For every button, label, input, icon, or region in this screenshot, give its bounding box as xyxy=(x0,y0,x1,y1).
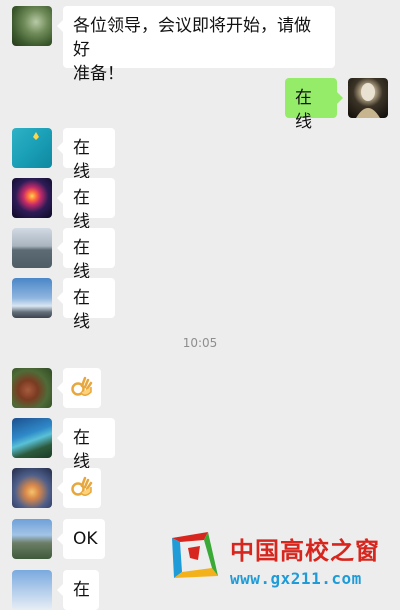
avatar[interactable] xyxy=(348,78,388,118)
avatar[interactable] xyxy=(12,6,52,46)
message-text-line-1: 各位领导，会议即将开始，请做好 xyxy=(73,16,311,60)
message-text: 在 xyxy=(73,580,90,600)
watermark-url: www.gx211.com xyxy=(230,569,362,588)
watermark-name: 中国高校之窗 xyxy=(230,537,380,565)
message-bubble[interactable]: 在线 xyxy=(57,178,115,232)
gx211-logo-icon xyxy=(172,532,218,578)
message-text: 在线 xyxy=(73,428,90,472)
watermark: 中国高校之窗 www.gx211.com xyxy=(168,525,400,600)
message-text: 在线 xyxy=(295,88,312,132)
message-bubble[interactable]: 在线 xyxy=(285,78,343,132)
avatar[interactable] xyxy=(12,418,52,458)
message-text: 在线 xyxy=(73,188,90,232)
message-bubble[interactable]: OK xyxy=(57,519,105,559)
message-bubble[interactable] xyxy=(57,368,101,408)
message-bubble[interactable]: 在线 xyxy=(57,228,115,282)
avatar[interactable] xyxy=(12,519,52,559)
chat-history: 各位领导，会议即将开始，请做好 准备！ 在线 在线 在线 在线 在线 10:05… xyxy=(0,0,400,610)
avatar[interactable] xyxy=(12,468,52,508)
message-text: OK xyxy=(73,529,98,549)
message-bubble[interactable]: 在 xyxy=(57,570,99,610)
avatar[interactable] xyxy=(12,570,52,610)
message-bubble[interactable]: 在线 xyxy=(57,128,115,182)
message-text: 在线 xyxy=(73,238,90,282)
message-bubble[interactable]: 各位领导，会议即将开始，请做好 准备！ xyxy=(57,6,335,84)
avatar[interactable] xyxy=(12,228,52,268)
message-text: 在线 xyxy=(73,288,90,332)
message-bubble[interactable] xyxy=(57,468,101,508)
kite-icon xyxy=(33,132,39,140)
avatar[interactable] xyxy=(12,128,52,168)
ok-hand-icon xyxy=(71,476,93,496)
figure-icon xyxy=(356,83,380,118)
message-text: 在线 xyxy=(73,138,90,182)
message-bubble[interactable]: 在线 xyxy=(57,278,115,332)
message-bubble[interactable]: 在线 xyxy=(57,418,115,472)
ok-hand-icon xyxy=(71,376,93,396)
avatar[interactable] xyxy=(12,178,52,218)
timestamp: 10:05 xyxy=(182,336,218,350)
avatar[interactable] xyxy=(12,278,52,318)
avatar[interactable] xyxy=(12,368,52,408)
